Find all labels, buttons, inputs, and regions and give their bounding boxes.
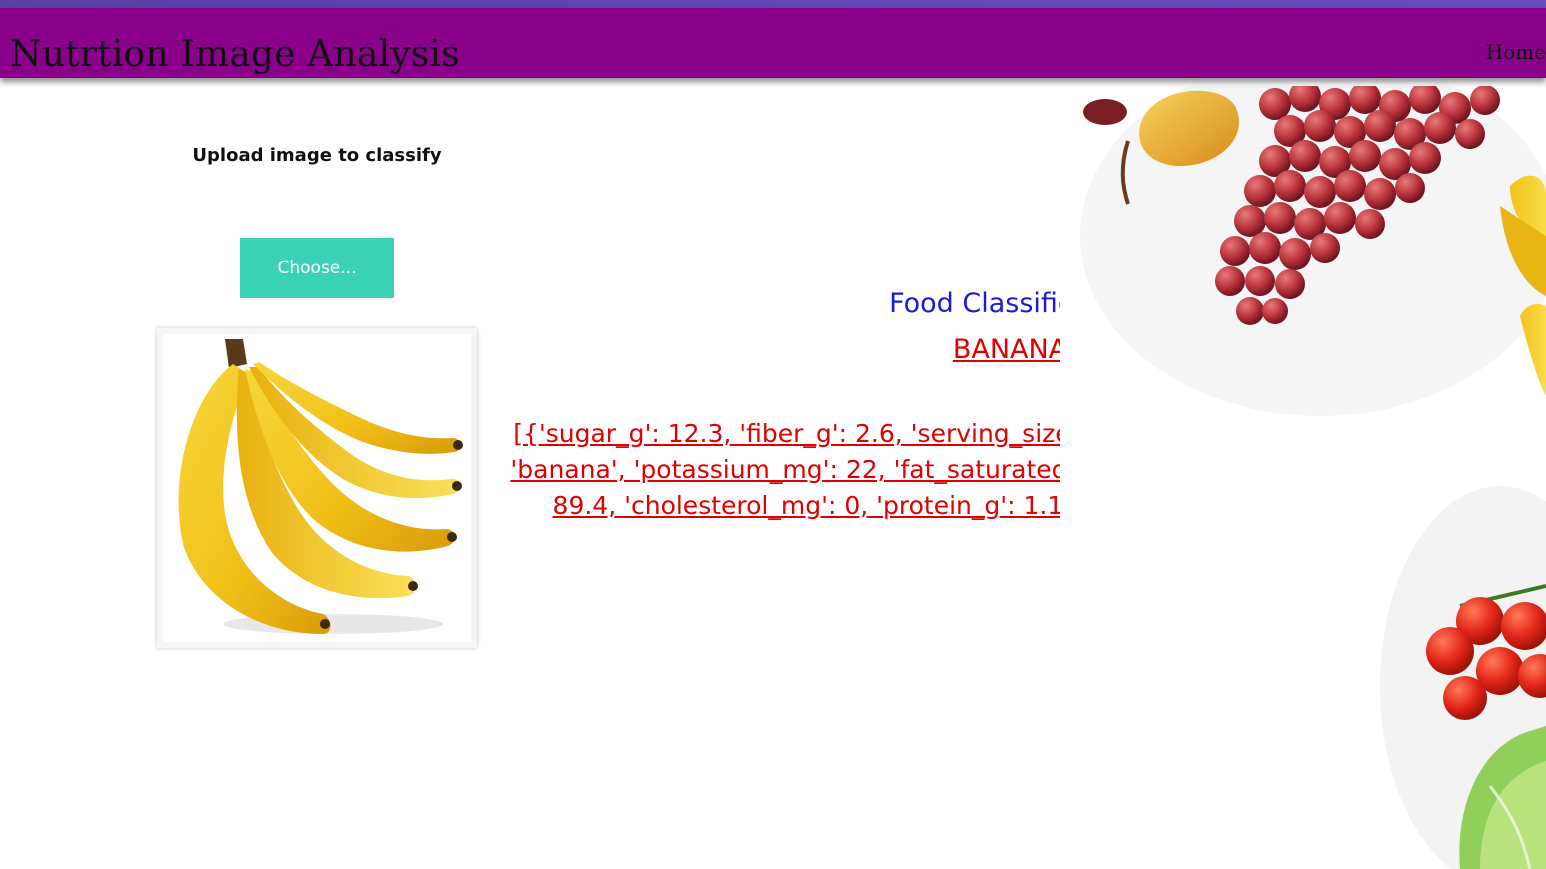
- uploaded-image-preview: [157, 328, 477, 648]
- brand-title: Nutrtion Image Analysis: [10, 34, 460, 75]
- nutrition-result-text: [{'sugar_g': 12.3, 'fiber_g': 2.6, 'serv…: [510, 419, 1512, 520]
- browser-top-strip: [0, 0, 1546, 8]
- upload-label: Upload image to classify: [192, 145, 442, 166]
- classified-food-name: BANANA: [952, 334, 1068, 365]
- choose-file-button[interactable]: Choose...: [240, 238, 394, 298]
- result-title: Food Classified is:: [889, 288, 1131, 319]
- nav-home-link[interactable]: Home: [1486, 40, 1546, 64]
- banana-image: [163, 334, 471, 642]
- navbar: Nutrtion Image Analysis Home: [0, 8, 1546, 78]
